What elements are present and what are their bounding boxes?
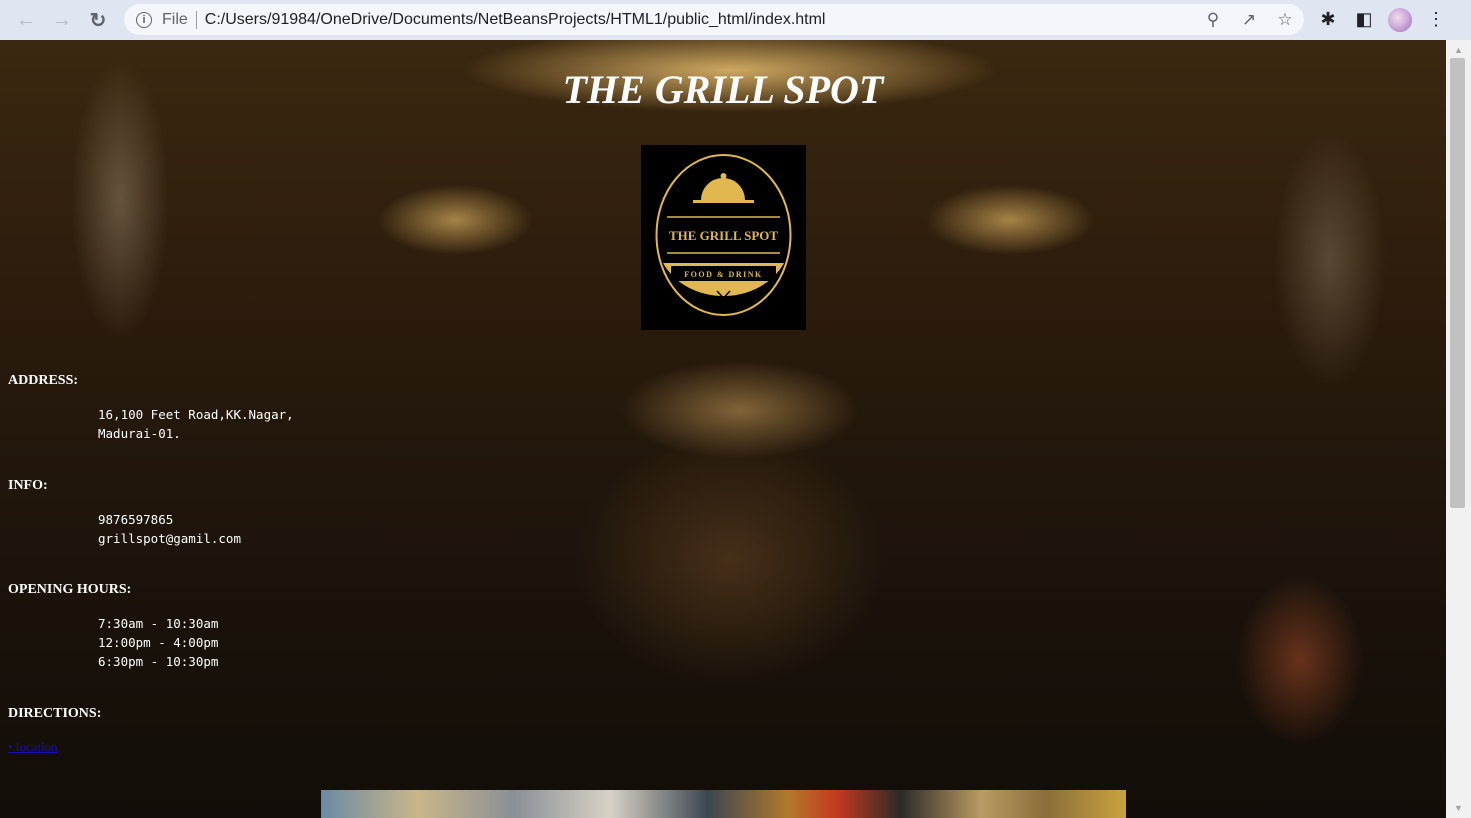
- hours-line: 12:00pm - 4:00pm: [98, 635, 219, 650]
- forward-arrow-icon[interactable]: →: [44, 2, 80, 38]
- scroll-up-arrow-icon[interactable]: ▲: [1446, 42, 1471, 58]
- phone-number: 9876597865: [98, 512, 174, 527]
- logo-graphic: THE GRILL SPOT FOOD & DRINK: [655, 154, 792, 316]
- toolbar-right: ✱ ◧ ⋮: [1316, 4, 1448, 35]
- omnibox-actions: ⚲ ↗ ☆: [1202, 4, 1296, 35]
- address-text: 16,100 Feet Road,KK.Nagar, Madurai-01.: [98, 405, 294, 443]
- cloche-icon: [701, 178, 745, 200]
- restaurant-logo: THE GRILL SPOT FOOD & DRINK: [641, 145, 806, 330]
- address-section: ADDRESS: 16,100 Feet Road,KK.Nagar, Madu…: [8, 373, 294, 443]
- hours-text: 7:30am - 10:30am 12:00pm - 4:00pm 6:30pm…: [98, 614, 218, 671]
- page-title: THE GRILL SPOT: [562, 67, 884, 112]
- info-text: 9876597865 grillspot@gamil.com: [98, 510, 241, 548]
- address-heading: ADDRESS:: [8, 373, 79, 388]
- profile-avatar[interactable]: [1388, 7, 1412, 32]
- hours-heading: OPENING HOURS:: [8, 582, 132, 597]
- directions-section: DIRECTIONS: • location: [8, 706, 101, 756]
- scheme-label: File: [162, 10, 188, 28]
- scroll-down-arrow-icon[interactable]: ▼: [1446, 800, 1471, 816]
- hours-line: 6:30pm - 10:30pm: [98, 654, 219, 669]
- reload-icon[interactable]: ↻: [80, 2, 116, 38]
- info-heading: INFO:: [8, 478, 48, 493]
- bookmark-star-icon[interactable]: ☆: [1274, 10, 1296, 30]
- url-text[interactable]: C:/Users/91984/OneDrive/Documents/NetBea…: [205, 11, 826, 29]
- omnibox-divider: [195, 10, 197, 29]
- info-icon[interactable]: i: [136, 11, 152, 28]
- address-bar[interactable]: i File C:/Users/91984/OneDrive/Documents…: [124, 4, 1304, 35]
- browser-toolbar: ← → ↻ i File C:/Users/91984/OneDrive/Doc…: [0, 0, 1471, 40]
- cloche-plate: [693, 200, 754, 203]
- page-scrollbar[interactable]: ▲ ▼: [1446, 40, 1471, 818]
- logo-tagline-text: FOOD & DRINK: [684, 270, 762, 279]
- side-panel-icon[interactable]: ◧: [1352, 9, 1376, 30]
- menu-kebab-icon[interactable]: ⋮: [1424, 9, 1448, 30]
- zoom-icon[interactable]: ⚲: [1202, 10, 1224, 30]
- email-address: grillspot@gamil.com: [98, 531, 241, 546]
- info-section: INFO: 9876597865 grillspot@gamil.com: [8, 478, 241, 548]
- food-image-strip: [321, 790, 1126, 818]
- directions-heading: DIRECTIONS:: [8, 706, 102, 721]
- address-line: Madurai-01.: [98, 426, 181, 441]
- directions-link-wrap: • location: [8, 738, 101, 756]
- page-viewport: THE GRILL SPOT THE GRILL SPOT FOOD & DRI…: [0, 40, 1446, 818]
- extensions-puzzle-icon[interactable]: ✱: [1316, 9, 1340, 30]
- address-line: 16,100 Feet Road,KK.Nagar,: [98, 407, 294, 422]
- logo-name-text: THE GRILL SPOT: [669, 228, 778, 243]
- scroll-thumb[interactable]: [1450, 58, 1465, 508]
- cloche-knob: [720, 173, 727, 179]
- location-link[interactable]: • location: [8, 739, 58, 754]
- share-icon[interactable]: ↗: [1238, 10, 1260, 30]
- back-arrow-icon[interactable]: ←: [8, 2, 44, 38]
- hours-section: OPENING HOURS: 7:30am - 10:30am 12:00pm …: [8, 582, 218, 671]
- hours-line: 7:30am - 10:30am: [98, 616, 219, 631]
